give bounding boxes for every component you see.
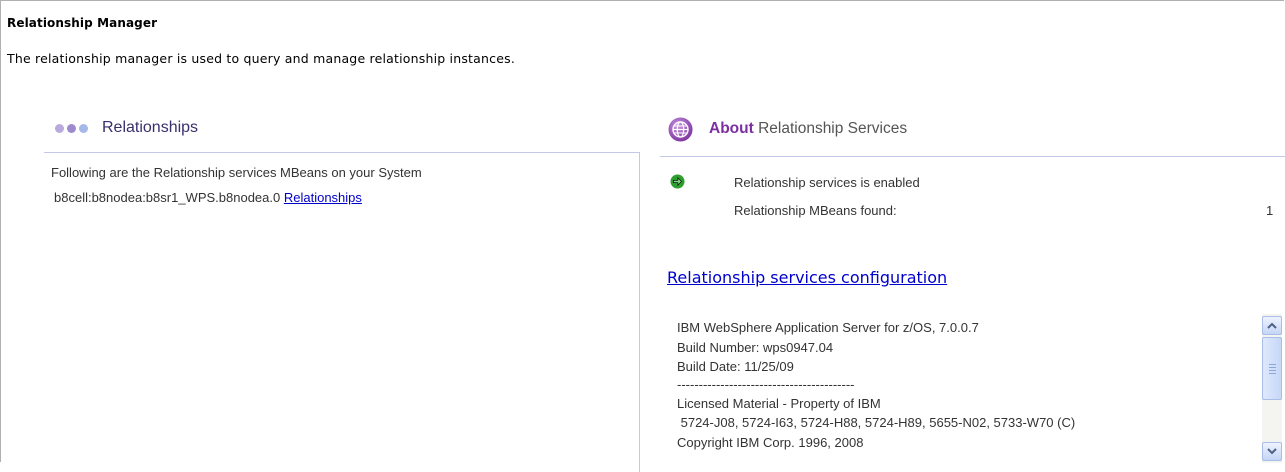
info-line: Copyright IBM Corp. 1996, 2008 — [677, 434, 864, 450]
page-title: Relationship Manager — [7, 16, 158, 30]
scroll-up-icon[interactable] — [1262, 316, 1282, 335]
dot-1 — [55, 123, 64, 133]
relationships-title: Relationships — [102, 119, 199, 136]
about-title-bold: About — [709, 120, 754, 137]
dots-icon — [55, 123, 88, 133]
about-title: About Relationship Services — [709, 120, 907, 138]
relationships-header: Relationships — [55, 119, 198, 137]
page-description: The relationship manager is used to quer… — [7, 51, 515, 66]
mbeans-found-label: Relationship MBeans found: — [734, 203, 897, 218]
mbeans-found-count: 1 — [1266, 203, 1274, 218]
green-arrow-icon — [670, 174, 685, 189]
dot-3 — [79, 123, 88, 133]
about-title-rest: Relationship Services — [753, 120, 908, 137]
dot-2 — [67, 123, 76, 133]
relationships-intro: Following are the Relationship services … — [51, 165, 422, 180]
globe-icon — [668, 117, 693, 142]
scroll-thumb[interactable] — [1262, 337, 1282, 400]
about-panel-divider — [660, 156, 1285, 159]
info-line: ----------------------------------------… — [677, 376, 855, 392]
info-line: 5724-J08, 5724-I63, 5724-H88, 5724-H89, … — [677, 415, 1076, 430]
version-info-box[interactable]: IBM WebSphere Application Server for z/O… — [677, 318, 1237, 463]
mbean-row: b8cell:b8nodea:b8sr1_WPS.b8nodea.0 Relat… — [54, 190, 362, 205]
info-line: Build Date: 11/25/09 — [677, 359, 794, 374]
status-text: Relationship services is enabled — [734, 175, 920, 190]
config-link[interactable]: Relationship services configuration — [667, 268, 947, 287]
mbean-name: b8cell:b8nodea:b8sr1_WPS.b8nodea.0 — [54, 190, 281, 205]
scroll-down-icon[interactable] — [1262, 442, 1282, 461]
relationships-link[interactable]: Relationships — [284, 190, 362, 205]
info-line: IBM WebSphere Application Server for z/O… — [677, 320, 979, 335]
info-line: Licensed Material - Property of IBM — [677, 395, 881, 411]
info-line: Build Number: wps0947.04 — [677, 339, 834, 355]
info-scrollbar[interactable] — [1262, 314, 1282, 463]
